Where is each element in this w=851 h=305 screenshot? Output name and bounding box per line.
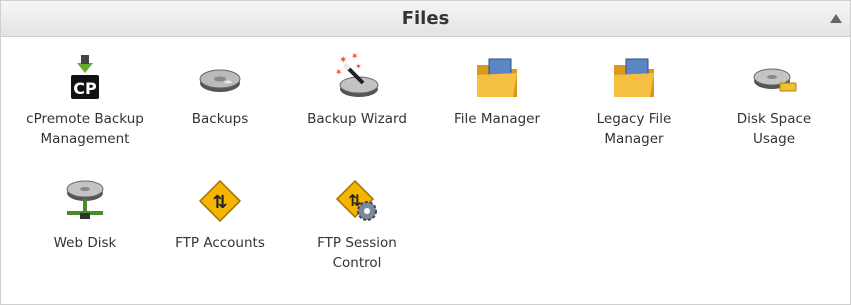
cp-backup-icon: CP — [61, 53, 109, 101]
item-ftp-accounts[interactable]: ⇅ FTP Accounts — [161, 177, 279, 253]
item-backups[interactable]: Backups — [161, 53, 279, 129]
svg-text:CP: CP — [73, 79, 97, 98]
folder-icon — [473, 53, 521, 101]
folder-icon — [610, 53, 658, 101]
item-file-manager[interactable]: File Manager — [438, 53, 556, 129]
item-label: Web Disk — [53, 235, 117, 251]
svg-text:✶: ✶ — [351, 53, 359, 62]
svg-text:✶: ✶ — [339, 55, 347, 66]
item-ftp-session-control[interactable]: ⇅ FTP Session Control — [298, 177, 416, 273]
item-legacy-file-manager[interactable]: Legacy File Manager — [575, 53, 693, 149]
item-web-disk[interactable]: Web Disk — [26, 177, 144, 253]
item-label: FTP Accounts — [175, 235, 265, 251]
item-label: Backups — [191, 111, 249, 127]
wizard-disk-icon: ✶ ✶ ✶ ✶ — [333, 52, 381, 101]
ftp-sign-icon: ⇅ — [196, 177, 244, 225]
item-label: cPremote Backup Management — [26, 111, 144, 147]
item-label: FTP Session Control — [317, 235, 397, 271]
svg-text:✶: ✶ — [355, 62, 362, 71]
files-panel: Files CP cPremote Backup Management Back… — [0, 0, 851, 305]
ftp-gear-icon: ⇅ — [333, 177, 381, 225]
svg-text:✶: ✶ — [335, 68, 343, 78]
disk-icon — [196, 53, 244, 101]
item-cpremote-backup-management[interactable]: CP cPremote Backup Management — [26, 53, 144, 149]
panel-title: Files — [401, 8, 450, 29]
item-label: Legacy File Manager — [596, 111, 672, 147]
panel-header[interactable]: Files — [1, 1, 850, 37]
item-backup-wizard[interactable]: ✶ ✶ ✶ ✶ Backup Wizard — [298, 52, 416, 129]
svg-text:⇅: ⇅ — [212, 192, 227, 213]
network-disk-icon — [61, 177, 109, 225]
collapse-arrow-icon[interactable] — [830, 14, 842, 23]
disk-usage-icon — [750, 53, 798, 101]
item-label: Backup Wizard — [307, 111, 407, 127]
item-label: Disk Space Usage — [736, 111, 812, 147]
item-disk-space-usage[interactable]: Disk Space Usage — [715, 53, 833, 149]
item-label: File Manager — [453, 111, 541, 127]
